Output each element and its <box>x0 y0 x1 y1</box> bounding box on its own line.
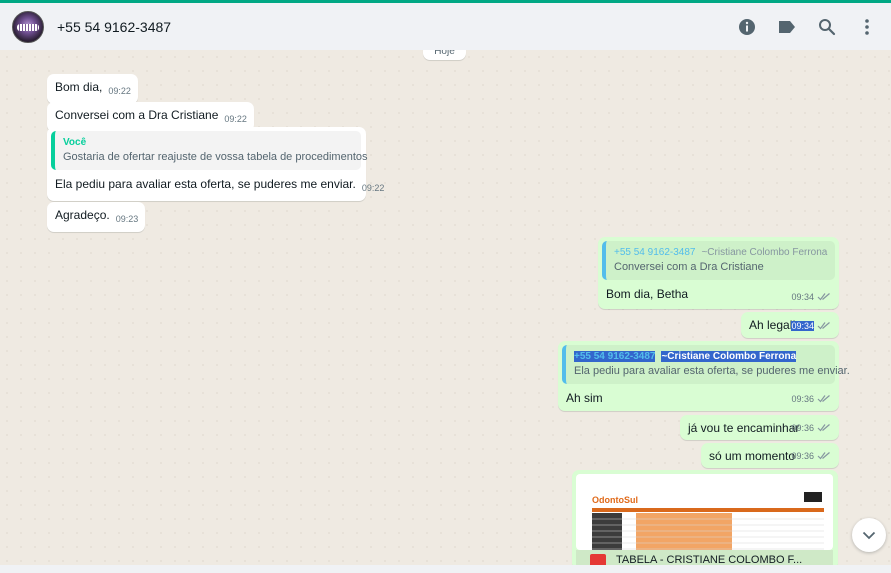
menu-dots-icon[interactable] <box>855 15 879 39</box>
message-text: Bom dia, <box>55 80 103 94</box>
message-time-status: 09:34 <box>791 318 831 334</box>
message-time-status: 09:36 <box>791 448 831 464</box>
message-time: 09:22 <box>108 86 131 96</box>
message-time: 09:22 <box>361 183 385 193</box>
quote-sender-name: ~Cristiane Colombo Ferrona <box>701 247 828 258</box>
message-incoming[interactable]: Bom dia, 09:22 <box>47 74 138 104</box>
quote-text: Gostaria de ofertar reajuste de vossa ta… <box>63 151 368 163</box>
read-ticks-icon <box>817 395 830 403</box>
message-time: 09:22 <box>224 114 247 124</box>
quote-text: Ela pediu para avaliar esta oferta, se p… <box>574 365 850 377</box>
message-time: 09:36 <box>791 423 814 433</box>
message-time: 09:34 <box>791 321 814 331</box>
message-time: 09:23 <box>115 214 139 224</box>
message-incoming-reply[interactable]: Você Gostaria de ofertar reajuste de vos… <box>47 127 384 201</box>
document-preview[interactable]: OdontoSul <box>576 474 833 550</box>
message-text: Ela pediu para avaliar esta oferta, se p… <box>55 177 356 191</box>
message-outgoing-reply[interactable]: +55 54 9162-3487 ~Cristiane Colombo Ferro… <box>598 237 839 309</box>
chevron-down-icon <box>862 531 876 539</box>
message-text: já vou te encaminhar <box>688 421 800 435</box>
message-outgoing-reply[interactable]: +55 54 9162-3487 ~Cristiane Colombo Ferro… <box>558 341 850 411</box>
message-text: Agradeço. <box>55 208 110 222</box>
contact-name[interactable]: +55 54 9162-3487 <box>57 19 171 35</box>
info-icon[interactable] <box>735 15 759 39</box>
quoted-message[interactable]: +55 54 9162-3487 ~Cristiane Colombo Ferro… <box>602 241 835 280</box>
quote-author: +55 54 9162-3487 <box>614 247 696 258</box>
read-ticks-icon <box>817 322 830 330</box>
message-time-status: 09:36 <box>791 391 831 407</box>
quote-author: Você <box>63 137 87 148</box>
label-icon[interactable] <box>775 15 799 39</box>
document-logo-block <box>804 492 822 502</box>
message-text: Ah legal! <box>749 318 796 332</box>
message-list[interactable]: Hoje Bom dia, 09:22 Conversei com a Dra C… <box>0 50 891 565</box>
message-outgoing[interactable]: já vou te encaminhar 09:36 <box>680 415 839 440</box>
message-incoming[interactable]: Agradeço. 09:23 <box>47 202 146 232</box>
message-outgoing[interactable]: Ah legal! 09:34 <box>741 312 839 338</box>
pdf-icon <box>590 554 606 565</box>
document-title-bar[interactable]: TABELA - CRISTIANE COLOMBO F... <box>576 550 833 565</box>
message-text: Conversei com a Dra Cristiane <box>55 108 219 122</box>
quote-sender-name: ~Cristiane Colombo Ferrona <box>661 351 797 362</box>
read-ticks-icon <box>817 452 830 460</box>
chat-header: +55 54 9162-3487 <box>0 0 891 50</box>
search-icon[interactable] <box>815 15 839 39</box>
message-time-status: 09:34 <box>791 289 831 305</box>
quote-text: Conversei com a Dra Cristiane <box>614 261 764 273</box>
header-actions <box>719 15 879 39</box>
document-brand: OdontoSul <box>592 495 638 505</box>
message-time: 09:36 <box>791 394 814 404</box>
footer-strip <box>0 565 891 573</box>
document-title: TABELA - CRISTIANE COLOMBO F... <box>616 554 803 565</box>
message-time: 09:34 <box>791 292 814 302</box>
message-time-status: 09:36 <box>791 420 831 436</box>
contact-avatar[interactable] <box>12 10 44 43</box>
quoted-message[interactable]: Você Gostaria de ofertar reajuste de vos… <box>51 131 368 170</box>
message-outgoing-document[interactable]: OdontoSul TABELA - CRISTIANE COLOMBO F..… <box>572 470 838 565</box>
quote-author: +55 54 9162-3487 <box>574 351 656 362</box>
date-separator: Hoje <box>423 50 466 60</box>
message-outgoing[interactable]: só um momento 09:36 <box>701 443 839 468</box>
document-table-preview <box>592 508 824 550</box>
read-ticks-icon <box>817 293 830 301</box>
scroll-to-bottom-button[interactable] <box>852 518 886 552</box>
quoted-message[interactable]: +55 54 9162-3487 ~Cristiane Colombo Ferro… <box>562 345 850 384</box>
read-ticks-icon <box>817 424 830 432</box>
message-time: 09:36 <box>791 451 814 461</box>
message-text: só um momento <box>709 449 796 463</box>
